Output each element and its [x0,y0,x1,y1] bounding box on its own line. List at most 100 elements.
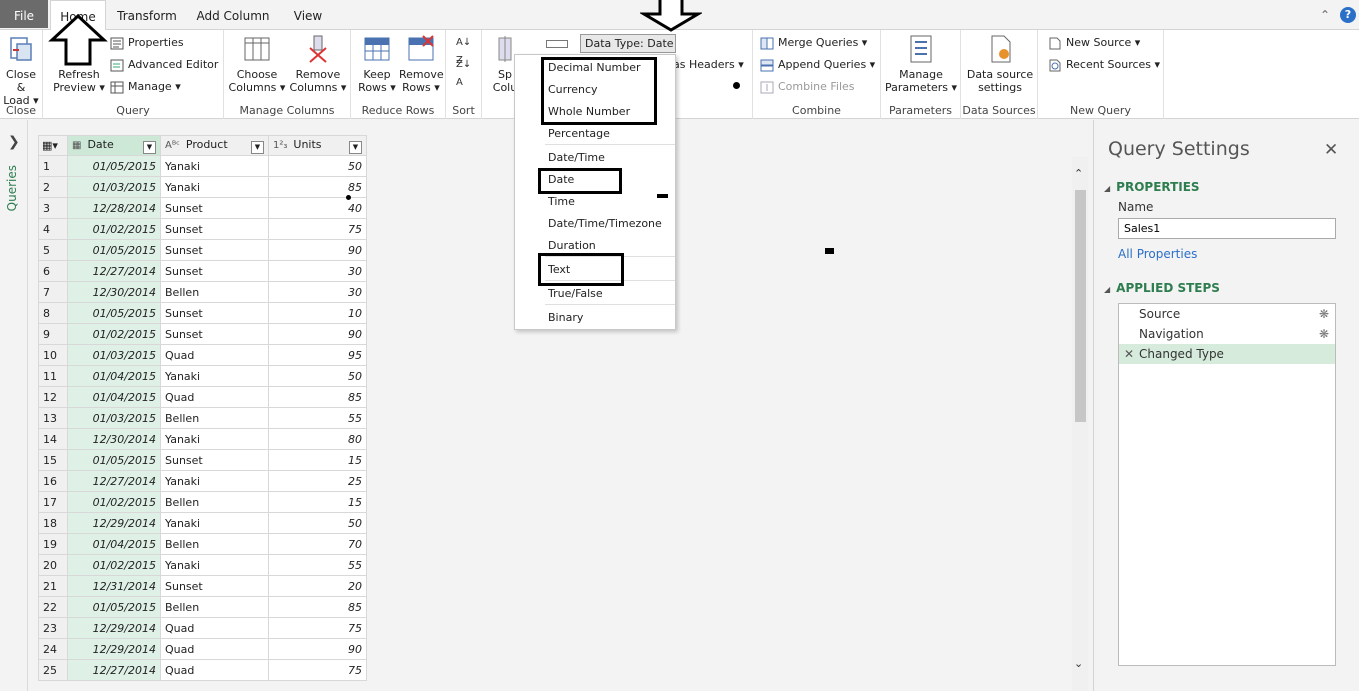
table-row[interactable]: 19 01/04/2015 Bellen 70 [38,533,367,555]
table-row[interactable]: 14 12/30/2014 Yanaki 80 [38,428,367,450]
menu-item-date-time-timezone[interactable]: Date/Time/Timezone [515,213,675,235]
units-cell[interactable]: 25 [268,470,367,492]
product-cell[interactable]: Sunset [160,260,269,282]
product-cell[interactable]: Sunset [160,197,269,219]
units-cell[interactable]: 30 [268,281,367,303]
units-cell[interactable]: 15 [268,449,367,471]
data-type-dropdown[interactable]: Data Type: Date ▾ [580,34,676,67]
product-cell[interactable]: Yanaki [160,428,269,450]
remove-rows-button[interactable]: Remove Rows ▾ [399,34,444,94]
product-cell[interactable]: Sunset [160,218,269,240]
all-properties-link[interactable]: All Properties [1118,247,1197,261]
delete-step-icon[interactable]: ✕ [1124,344,1134,364]
use-first-row-as-headers-button[interactable]: as Headers ▾ [673,56,744,74]
date-cell[interactable]: 01/04/2015 [67,386,161,408]
expand-queries-icon[interactable]: ❯ [8,134,20,150]
product-cell[interactable]: Sunset [160,449,269,471]
date-cell[interactable]: 12/27/2014 [67,470,161,492]
units-cell[interactable]: 15 [268,491,367,513]
product-cell[interactable]: Bellen [160,407,269,429]
date-filter-dropdown-icon[interactable]: ▼ [143,140,156,154]
close-load-button[interactable]: Close & Load ▾ [0,34,42,107]
table-row[interactable]: 9 01/02/2015 Sunset 90 [38,323,367,345]
recent-sources-button[interactable]: Recent Sources ▾ [1048,56,1160,74]
date-cell[interactable]: 12/30/2014 [67,428,161,450]
date-cell[interactable]: 12/29/2014 [67,617,161,639]
product-filter-dropdown-icon[interactable]: ▼ [251,140,264,154]
units-cell[interactable]: 85 [268,596,367,618]
date-cell[interactable]: 12/29/2014 [67,512,161,534]
table-row[interactable]: 21 12/31/2014 Sunset 20 [38,575,367,597]
table-row[interactable]: 5 01/05/2015 Sunset 90 [38,239,367,261]
group-by-icon[interactable] [546,40,568,48]
tab-file[interactable]: File [0,0,48,28]
menu-item-true-false[interactable]: True/False [515,283,675,305]
units-filter-dropdown-icon[interactable]: ▼ [349,140,362,154]
product-cell[interactable]: Sunset [160,323,269,345]
sort-descending-icon[interactable]: Z↓ A [456,56,471,88]
product-cell[interactable]: Quad [160,617,269,639]
units-cell[interactable]: 40 [268,197,367,219]
product-cell[interactable]: Bellen [160,281,269,303]
date-cell[interactable]: 01/02/2015 [67,491,161,513]
step-source[interactable]: Source ❋ [1119,304,1335,324]
units-cell[interactable]: 75 [268,659,367,681]
gear-icon[interactable]: ❋ [1319,324,1329,344]
date-cell[interactable]: 01/03/2015 [67,176,161,198]
table-row[interactable]: 20 01/02/2015 Yanaki 55 [38,554,367,576]
product-cell[interactable]: Quad [160,386,269,408]
table-row[interactable]: 1 01/05/2015 Yanaki 50 [38,155,367,177]
table-row[interactable]: 11 01/04/2015 Yanaki 50 [38,365,367,387]
tab-view[interactable]: View [286,0,330,30]
date-cell[interactable]: 01/05/2015 [67,155,161,177]
column-header-units[interactable]: 1²₃ Units ▼ [268,135,367,156]
tab-transform[interactable]: Transform [112,0,182,30]
scrollbar-thumb[interactable] [1075,190,1086,422]
units-cell[interactable]: 75 [268,218,367,240]
menu-item-date-time[interactable]: Date/Time [515,147,675,169]
tab-add-column[interactable]: Add Column [192,0,274,30]
units-cell[interactable]: 70 [268,533,367,555]
properties-button[interactable]: Properties [110,34,184,52]
date-cell[interactable]: 01/05/2015 [67,596,161,618]
table-row[interactable]: 16 12/27/2014 Yanaki 25 [38,470,367,492]
table-row[interactable]: 4 01/02/2015 Sunset 75 [38,218,367,240]
table-row[interactable]: 17 01/02/2015 Bellen 15 [38,491,367,513]
column-header-date[interactable]: ▦ Date ▼ [67,135,161,156]
date-cell[interactable]: 01/04/2015 [67,533,161,555]
scroll-up-icon[interactable]: ⌃ [1074,167,1083,180]
table-row[interactable]: 7 12/30/2014 Bellen 30 [38,281,367,303]
product-cell[interactable]: Sunset [160,239,269,261]
product-cell[interactable]: Yanaki [160,155,269,177]
units-cell[interactable]: 90 [268,638,367,660]
menu-item-percentage[interactable]: Percentage [515,123,675,145]
units-cell[interactable]: 55 [268,554,367,576]
date-cell[interactable]: 01/05/2015 [67,239,161,261]
units-cell[interactable]: 50 [268,155,367,177]
sort-ascending-icon[interactable]: A↓ Z [456,34,471,66]
units-cell[interactable]: 50 [268,365,367,387]
close-icon[interactable]: ✕ [1324,140,1338,160]
table-row[interactable]: 3 12/28/2014 Sunset 40 [38,197,367,219]
product-cell[interactable]: Yanaki [160,512,269,534]
table-row[interactable]: 18 12/29/2014 Yanaki 50 [38,512,367,534]
table-row[interactable]: 23 12/29/2014 Quad 75 [38,617,367,639]
product-cell[interactable]: Yanaki [160,176,269,198]
date-cell[interactable]: 01/02/2015 [67,323,161,345]
keep-rows-button[interactable]: Keep Rows ▾ [355,34,399,94]
table-row[interactable]: 12 01/04/2015 Quad 85 [38,386,367,408]
merge-queries-button[interactable]: Merge Queries ▾ [760,34,867,52]
units-cell[interactable]: 55 [268,407,367,429]
table-row[interactable]: 10 01/03/2015 Quad 95 [38,344,367,366]
table-row[interactable]: 8 01/05/2015 Sunset 10 [38,302,367,324]
menu-item-time[interactable]: Time [515,191,675,213]
date-cell[interactable]: 12/29/2014 [67,638,161,660]
units-cell[interactable]: 85 [268,386,367,408]
units-cell[interactable]: 90 [268,239,367,261]
units-cell[interactable]: 95 [268,344,367,366]
units-cell[interactable]: 90 [268,323,367,345]
choose-columns-button[interactable]: Choose Columns ▾ [228,34,286,94]
date-cell[interactable]: 01/05/2015 [67,449,161,471]
append-queries-button[interactable]: Append Queries ▾ [760,56,875,74]
query-name-input[interactable] [1118,218,1336,239]
